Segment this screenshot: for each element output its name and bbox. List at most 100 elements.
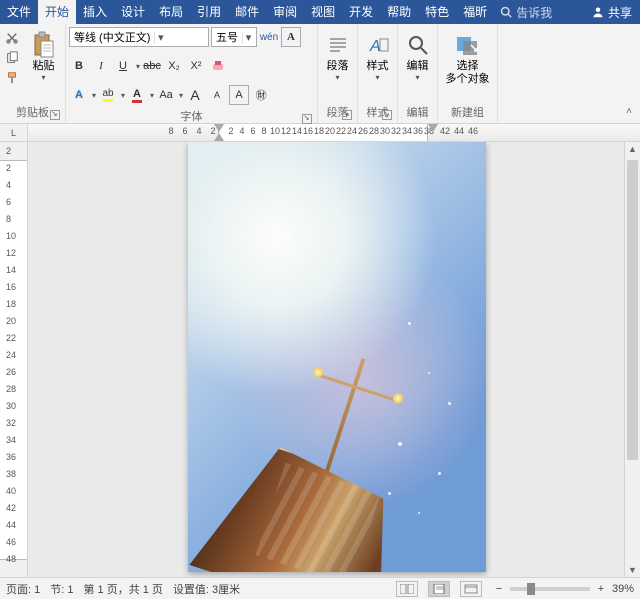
tab-review[interactable]: 审阅	[266, 0, 304, 24]
tab-help[interactable]: 帮助	[380, 0, 418, 24]
shrink-font-button[interactable]: A	[207, 85, 227, 105]
tab-home[interactable]: 开始	[38, 0, 76, 24]
highlight-button[interactable]: ab	[98, 85, 118, 105]
chevron-down-icon[interactable]: ▾	[179, 91, 183, 100]
paste-button[interactable]: 粘贴 ▾	[25, 26, 63, 82]
group-styles-label: 样式	[361, 102, 394, 123]
font-dialog-launcher[interactable]	[302, 114, 312, 124]
font-size-combo[interactable]: 五号 ▾	[211, 27, 257, 47]
chevron-down-icon[interactable]: ▾	[121, 91, 125, 100]
styles-label: 样式	[367, 60, 389, 73]
text-effects-button[interactable]: A	[69, 85, 89, 105]
group-new: 选择多个对象 新建组	[438, 24, 498, 123]
font-family-value: 等线 (中文正文)	[70, 29, 154, 45]
bold-button[interactable]: B	[69, 56, 89, 76]
paragraph-button[interactable]: 段落 ▾	[319, 26, 357, 82]
first-line-indent-marker[interactable]	[214, 124, 224, 132]
scroll-thumb[interactable]	[627, 160, 638, 460]
vertical-scrollbar[interactable]: ▲ ▼	[624, 142, 640, 577]
group-editing: 编辑 ▾ 编辑	[398, 24, 438, 123]
zoom-out-button[interactable]: −	[492, 583, 506, 595]
view-print-layout-button[interactable]	[428, 581, 450, 597]
superscript-button[interactable]: X²	[186, 56, 206, 76]
tab-features[interactable]: 特色	[418, 0, 456, 24]
scroll-up-button[interactable]: ▲	[625, 144, 640, 154]
cut-icon[interactable]	[3, 30, 21, 46]
document-area: 2246810121416182022242628303234363840424…	[0, 142, 640, 577]
clipboard-dialog-launcher[interactable]	[50, 110, 60, 120]
status-bar: 页面: 1 节: 1 第 1 页，共 1 页 设置值: 3厘米 − + 39%	[0, 577, 640, 599]
page-background-image	[188, 142, 486, 572]
strikethrough-button[interactable]: abc	[142, 56, 162, 76]
view-web-layout-button[interactable]	[460, 581, 482, 597]
chevron-down-icon: ▾	[41, 73, 45, 82]
copy-icon[interactable]	[3, 50, 21, 66]
font-size-value: 五号	[212, 29, 242, 45]
character-border-button[interactable]: A	[281, 27, 301, 47]
paragraph-dialog-launcher[interactable]	[342, 110, 352, 120]
search-icon	[500, 6, 512, 18]
styles-button[interactable]: A 样式 ▾	[359, 26, 397, 82]
status-section[interactable]: 节: 1	[50, 581, 73, 597]
styles-dialog-launcher[interactable]	[382, 110, 392, 120]
ribbon: 粘贴 ▾ 剪贴板 等线 (中文正文) ▾ 五号 ▾ wén A	[0, 24, 640, 124]
scroll-down-button[interactable]: ▼	[625, 565, 640, 575]
page[interactable]	[188, 142, 486, 572]
paragraph-label: 段落	[327, 60, 349, 73]
character-shading-button[interactable]: A	[229, 85, 249, 105]
tab-references[interactable]: 引用	[190, 0, 228, 24]
view-read-mode-button[interactable]	[396, 581, 418, 597]
styles-icon: A	[364, 30, 392, 60]
clear-formatting-button[interactable]	[208, 56, 228, 76]
group-styles: A 样式 ▾ 样式	[358, 24, 398, 123]
menu-bar: 文件 开始 插入 设计 布局 引用 邮件 审阅 视图 开发 帮助 特色 福昕 告…	[0, 0, 640, 24]
right-indent-marker[interactable]	[428, 124, 438, 132]
font-family-combo[interactable]: 等线 (中文正文) ▾	[69, 27, 209, 47]
hanging-indent-marker[interactable]	[214, 133, 224, 141]
chevron-down-icon: ▾	[415, 73, 419, 82]
group-clipboard-label: 剪贴板	[3, 102, 62, 123]
group-editing-label: 编辑	[401, 102, 434, 123]
chevron-down-icon[interactable]: ▾	[136, 62, 140, 71]
horizontal-ruler[interactable]: L 86422468101214161820222426283032343638…	[0, 124, 640, 142]
tab-layout[interactable]: 布局	[152, 0, 190, 24]
zoom-control: − + 39%	[492, 583, 634, 595]
font-color-button[interactable]: A	[127, 85, 147, 105]
document-canvas[interactable]: ↖	[28, 142, 624, 577]
underline-button[interactable]: U	[113, 56, 133, 76]
status-page-count[interactable]: 第 1 页，共 1 页	[83, 581, 162, 597]
tab-file[interactable]: 文件	[0, 0, 38, 24]
tab-view[interactable]: 视图	[304, 0, 342, 24]
zoom-slider[interactable]	[510, 587, 590, 591]
tab-selector[interactable]: L	[0, 124, 28, 141]
vertical-ruler[interactable]: 2246810121416182022242628303234363840424…	[0, 142, 28, 577]
tab-mailings[interactable]: 邮件	[228, 0, 266, 24]
chevron-down-icon: ▾	[242, 31, 254, 44]
phonetic-guide-button[interactable]: wén	[259, 27, 279, 47]
zoom-percent[interactable]: 39%	[612, 583, 634, 595]
collapse-ribbon-button[interactable]: ˄	[626, 106, 632, 117]
editing-button[interactable]: 编辑 ▾	[399, 26, 437, 82]
italic-button[interactable]: I	[91, 56, 111, 76]
grow-font-button[interactable]: A	[185, 85, 205, 105]
chevron-down-icon[interactable]: ▾	[150, 91, 154, 100]
group-paragraph-label: 段落	[321, 102, 354, 123]
select-multiple-button[interactable]: 选择多个对象	[440, 26, 496, 86]
share-button[interactable]: 共享	[584, 0, 640, 24]
chevron-down-icon[interactable]: ▾	[92, 91, 96, 100]
tab-design[interactable]: 设计	[114, 0, 152, 24]
tab-foxit[interactable]: 福昕	[456, 0, 494, 24]
select-objects-icon	[454, 30, 482, 60]
enclose-characters-button[interactable]: ㊖	[251, 85, 271, 105]
tab-insert[interactable]: 插入	[76, 0, 114, 24]
status-set-value[interactable]: 设置值: 3厘米	[173, 581, 240, 597]
subscript-button[interactable]: X₂	[164, 56, 184, 76]
group-new-label: 新建组	[441, 102, 494, 123]
tell-me-search[interactable]: 告诉我	[494, 0, 558, 24]
format-painter-icon[interactable]	[3, 70, 21, 86]
zoom-in-button[interactable]: +	[594, 583, 608, 595]
change-case-button[interactable]: Aa	[156, 85, 176, 105]
tab-developer[interactable]: 开发	[342, 0, 380, 24]
status-page[interactable]: 页面: 1	[6, 581, 40, 597]
chevron-down-icon: ▾	[375, 73, 379, 82]
